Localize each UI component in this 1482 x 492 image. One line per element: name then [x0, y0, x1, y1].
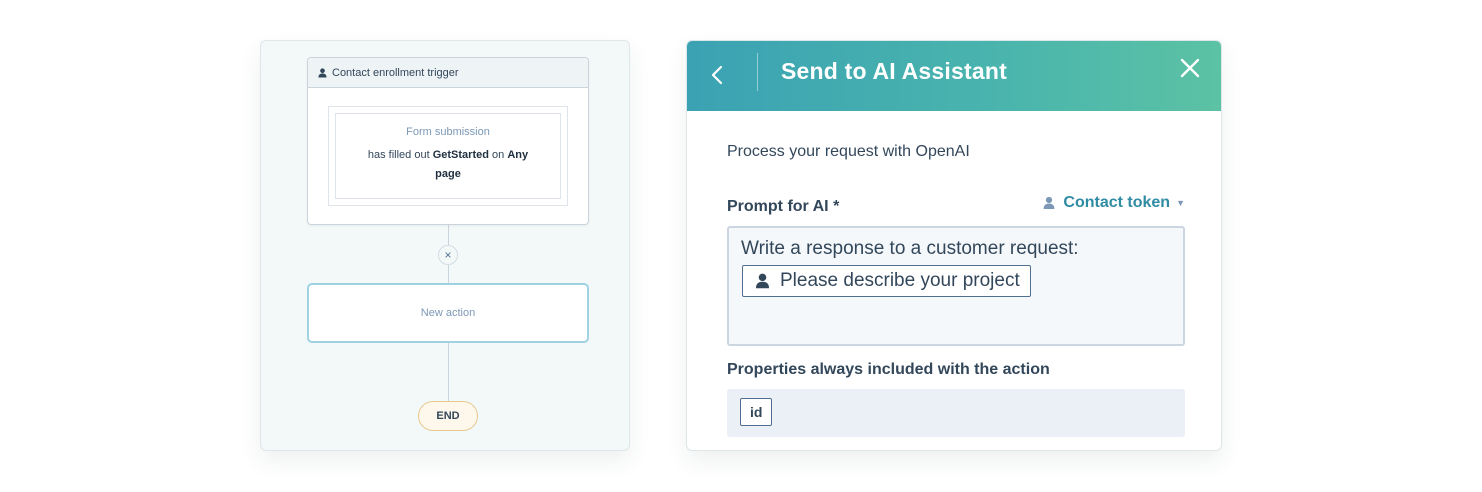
property-chip: id — [740, 398, 773, 426]
filter-card[interactable]: Form submission has filled out GetStarte… — [335, 113, 561, 199]
trigger-header: Contact enrollment trigger — [308, 58, 588, 88]
prompt-input[interactable]: Write a response to a customer request: … — [727, 226, 1185, 346]
property-chip-label: id — [750, 404, 763, 420]
close-icon: × — [444, 248, 452, 262]
prompt-token-chip[interactable]: Please describe your project — [742, 265, 1031, 297]
filter-group: Form submission has filled out GetStarte… — [328, 106, 568, 206]
enrollment-trigger-card[interactable]: Contact enrollment trigger Form submissi… — [307, 57, 589, 225]
filter-form-name: GetStarted — [432, 149, 489, 161]
connector-line — [448, 265, 449, 283]
filter-description: has filled out GetStarted on Any page — [368, 146, 528, 184]
end-badge: END — [418, 401, 478, 431]
prompt-token-label: Please describe your project — [780, 270, 1020, 291]
prompt-text: Write a response to a customer request: — [741, 238, 1079, 259]
close-icon — [1180, 58, 1200, 78]
person-icon — [755, 273, 770, 289]
person-icon — [318, 67, 327, 77]
prompt-label: Prompt for AI * — [727, 198, 840, 215]
filter-text: on — [492, 149, 505, 161]
filter-page-scope-cont: page — [435, 168, 461, 180]
header-divider — [757, 53, 758, 91]
contact-token-button[interactable]: Contact token ▼ — [1043, 194, 1185, 212]
properties-label: Properties always included with the acti… — [727, 361, 1050, 378]
back-button[interactable] — [711, 59, 733, 89]
panel-header: Send to AI Assistant — [687, 41, 1221, 111]
ai-assistant-panel: Send to AI Assistant Process your reques… — [686, 40, 1222, 451]
new-action-card[interactable]: New action — [307, 283, 589, 343]
filter-page-scope: Any — [507, 149, 529, 161]
connector-line — [448, 225, 449, 245]
trigger-title: Contact enrollment trigger — [332, 66, 459, 79]
chevron-left-icon — [711, 65, 723, 85]
filter-title: Form submission — [406, 126, 490, 138]
connector-line — [448, 343, 449, 401]
remove-step-button[interactable]: × — [438, 245, 458, 265]
panel-title: Send to AI Assistant — [781, 58, 1007, 84]
person-icon — [1044, 196, 1055, 209]
new-action-label: New action — [420, 307, 476, 319]
filter-text: has filled out — [367, 149, 430, 161]
workflow-canvas: Contact enrollment trigger Form submissi… — [260, 40, 630, 451]
end-label: END — [436, 410, 460, 422]
properties-box: id — [727, 389, 1185, 437]
caret-down-icon: ▼ — [1176, 198, 1185, 208]
contact-token-label: Contact token — [1063, 194, 1171, 211]
close-button[interactable] — [1175, 53, 1205, 83]
panel-intro: Process your request with OpenAI — [727, 143, 970, 160]
